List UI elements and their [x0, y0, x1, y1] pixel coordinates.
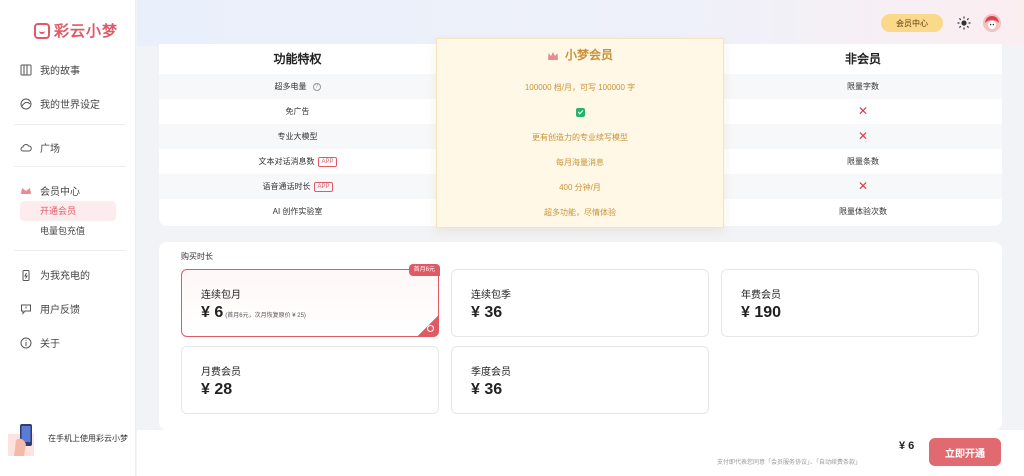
sidebar-item-label: 用户反馈	[40, 305, 80, 316]
free-value: 限量体验次数	[839, 207, 887, 216]
sidebar-divider	[14, 124, 126, 125]
cross-icon: ✕	[857, 179, 869, 193]
plan-card-monthly[interactable]: 月费会员 ¥ 28	[181, 346, 439, 414]
app-tag: APP	[314, 181, 333, 192]
sidebar-divider	[14, 250, 126, 251]
plan-price: ¥ 190	[741, 304, 782, 321]
plan-price: ¥ 36	[471, 304, 503, 321]
logo-icon	[34, 22, 50, 39]
plan-card-monthly-auto[interactable]: 首月6元 连续包月 ¥ 6 (首月6元，次月恢复原价 ¥ 25)	[181, 264, 440, 337]
open-now-button[interactable]: 立即开通	[929, 438, 1001, 466]
sidebar-item-label: 我的世界设定	[40, 100, 100, 111]
info-icon	[20, 337, 32, 348]
user-avatar[interactable]	[983, 14, 1001, 32]
feature-name: 文本对话消息数	[258, 157, 315, 166]
app-name: 彩云小梦	[54, 23, 119, 40]
sidebar-item-feedback[interactable]: 用户反馈	[20, 301, 80, 316]
plan-name: 年费会员	[741, 290, 781, 301]
crown-icon	[547, 51, 558, 60]
sidebar-item-plaza[interactable]: 广场	[20, 140, 60, 155]
sidebar-item-label: 我的故事	[40, 66, 80, 77]
check-icon	[575, 108, 585, 118]
sidebar-item-label: 广场	[40, 144, 60, 155]
total-price: ¥ 6	[899, 440, 915, 452]
app-tag: APP	[318, 156, 337, 167]
feature-name: AI 创作实验室	[272, 207, 323, 216]
feedback-icon	[21, 304, 31, 315]
vip-value: 更有创造力的专业续写模型	[532, 133, 628, 142]
first-month-badge: 首月6元	[408, 264, 440, 276]
plan-name: 连续包季	[471, 290, 511, 301]
sidebar-item-charged-for-me[interactable]: 为我充电的	[20, 267, 90, 282]
cross-icon: ✕	[857, 129, 869, 143]
plan-card-quarterly[interactable]: 季度会员 ¥ 36	[451, 346, 709, 414]
plan-card-quarterly-auto[interactable]: 连续包季 ¥ 36	[451, 269, 709, 337]
battery-icon	[22, 269, 30, 281]
sidebar-item-my-stories[interactable]: 我的故事	[20, 62, 80, 77]
mobile-promo[interactable]: 在手机上使用彩云小梦	[0, 418, 136, 458]
cloud-icon	[20, 143, 32, 151]
phone-hand-icon	[8, 424, 34, 456]
sidebar-item-label: 关于	[40, 339, 60, 350]
plan-name: 连续包月	[201, 290, 241, 301]
sidebar-item-vip-center[interactable]: 会员中心	[20, 183, 80, 198]
globe-icon	[20, 98, 32, 109]
sidebar-item-world-settings[interactable]: 我的世界设定	[20, 96, 100, 111]
vip-title-text: 小梦会员	[564, 48, 613, 62]
theme-sun-icon[interactable]	[957, 16, 971, 30]
selected-check-icon	[417, 315, 439, 337]
cross-icon: ✕	[857, 104, 869, 118]
privilege-comparison-table: 功能特权 非会员 超多电量? 限量字数 免广告 ✕ 专业大模型 ✕ 文本对话消息…	[159, 38, 1002, 228]
checkout-bar: ¥ 6 支付即代表您同意「会员服务协议」、「自动续费条款」 立即开通	[137, 430, 1024, 476]
plan-name: 季度会员	[471, 367, 511, 378]
plan-price: ¥ 36	[471, 381, 503, 398]
plan-card-yearly[interactable]: 年费会员 ¥ 190	[721, 269, 979, 337]
column-header-feature: 功能特权	[273, 52, 322, 66]
plan-name: 月费会员	[201, 367, 241, 378]
plan-note: (首月6元，次月恢复原价 ¥ 25)	[225, 313, 306, 319]
plan-price: ¥ 28	[201, 381, 233, 398]
app-logo[interactable]: 彩云小梦	[34, 20, 118, 41]
sidebar-subitem-power-recharge[interactable]: 电量包充值	[20, 221, 116, 241]
sidebar-item-about[interactable]: 关于	[20, 335, 60, 350]
vip-value: 每月海量消息	[556, 158, 604, 167]
vip-value: 100000 档/月，可写 100000 字	[524, 83, 636, 92]
plan-price: ¥ 6	[201, 304, 224, 321]
feature-name: 免广告	[285, 107, 310, 116]
sidebar-subitem-open-vip[interactable]: 开通会员	[20, 201, 116, 221]
book-icon	[20, 64, 32, 75]
agreement-text[interactable]: 支付即代表您同意「会员服务协议」、「自动续费条款」	[717, 457, 861, 466]
sidebar-divider	[14, 166, 126, 167]
feature-name: 语音通话时长	[262, 182, 311, 191]
help-icon[interactable]: ?	[312, 82, 321, 91]
vip-center-button[interactable]: 会员中心	[881, 14, 943, 32]
purchase-duration-label: 购买时长	[181, 252, 213, 261]
free-value: 限量字数	[847, 82, 879, 91]
vip-column: 小梦会员 100000 档/月，可写 100000 字 更有创造力的专业续写模型…	[436, 38, 724, 228]
vip-value: 400 分钟/月	[559, 183, 601, 192]
sidebar: 彩云小梦 我的故事 我的世界设定 广场 会员中心 开通会员 电量包充值 为我充电…	[0, 0, 136, 476]
avatar-icon	[983, 14, 1001, 32]
vip-value: 超多功能，尽情体验	[544, 208, 616, 217]
promo-text: 在手机上使用彩云小梦	[48, 433, 128, 443]
crown-icon	[21, 187, 31, 194]
free-value: 限量条数	[847, 157, 879, 166]
purchase-panel: 购买时长 首月6元 连续包月 ¥ 6 (首月6元，次月恢复原价 ¥ 25) 连续包…	[159, 242, 1002, 430]
sidebar-item-label: 会员中心	[40, 187, 80, 198]
column-header-free: 非会员	[844, 52, 881, 66]
column-header-vip: 小梦会员	[437, 43, 723, 67]
sidebar-item-label: 为我充电的	[40, 271, 90, 282]
feature-name: 超多电量	[274, 82, 307, 91]
feature-name: 专业大模型	[277, 132, 318, 141]
